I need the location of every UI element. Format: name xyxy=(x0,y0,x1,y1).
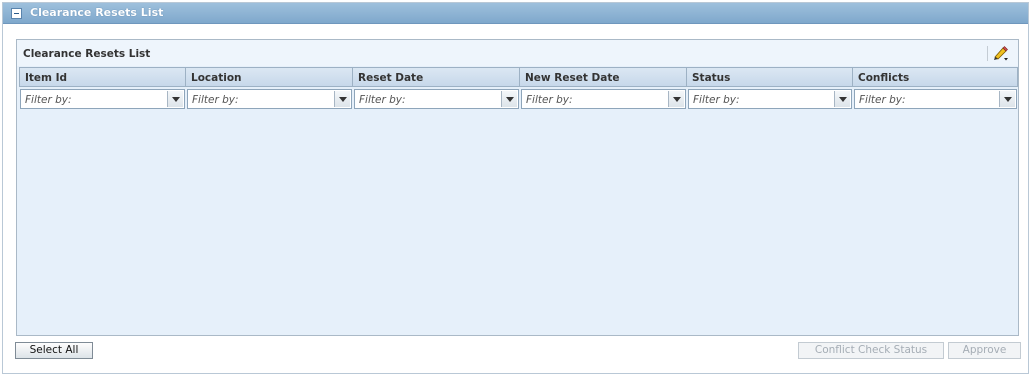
filter-dropdown[interactable]: Filter by: xyxy=(854,89,1017,109)
table-title: Clearance Resets List xyxy=(23,48,151,60)
column-header-row: Item Id Location Reset Date New Reset Da… xyxy=(19,67,1018,87)
data-grid: Item Id Location Reset Date New Reset Da… xyxy=(19,67,1018,109)
column-header-conflicts[interactable]: Conflicts xyxy=(853,67,1018,87)
column-header-item-id[interactable]: Item Id xyxy=(19,67,186,87)
panel-header: Clearance Resets List xyxy=(3,3,1028,24)
filter-placeholder: Filter by: xyxy=(25,94,72,106)
dropdown-arrow-icon[interactable] xyxy=(834,91,850,107)
select-all-button[interactable]: Select All xyxy=(15,342,93,359)
table-title-bar: Clearance Resets List xyxy=(17,40,1018,66)
filter-placeholder: Filter by: xyxy=(693,94,740,106)
results-table-container: Clearance Resets List Item Id Location R… xyxy=(16,39,1019,336)
column-header-reset-date[interactable]: Reset Date xyxy=(353,67,520,87)
column-label: Location xyxy=(191,72,242,84)
dropdown-arrow-icon[interactable] xyxy=(167,91,183,107)
filter-placeholder: Filter by: xyxy=(859,94,906,106)
filter-reset-date: Filter by: xyxy=(353,89,520,109)
column-label: Reset Date xyxy=(358,72,424,84)
column-label: Item Id xyxy=(25,72,68,84)
filter-placeholder: Filter by: xyxy=(359,94,406,106)
filter-item-id: Filter by: xyxy=(19,89,186,109)
filter-row: Filter by: Filter by: Filter by: Filter … xyxy=(19,89,1018,109)
collapse-icon[interactable] xyxy=(11,8,22,19)
dropdown-arrow-icon[interactable] xyxy=(668,91,684,107)
filter-dropdown[interactable]: Filter by: xyxy=(521,89,686,109)
filter-placeholder: Filter by: xyxy=(526,94,573,106)
dropdown-arrow-icon[interactable] xyxy=(501,91,517,107)
filter-status: Filter by: xyxy=(687,89,853,109)
column-header-new-reset-date[interactable]: New Reset Date xyxy=(520,67,687,87)
panel-title: Clearance Resets List xyxy=(30,6,164,19)
filter-conflicts: Filter by: xyxy=(853,89,1018,109)
column-label: Status xyxy=(692,72,731,84)
approve-button[interactable]: Approve xyxy=(948,342,1021,359)
column-header-status[interactable]: Status xyxy=(687,67,853,87)
filter-placeholder: Filter by: xyxy=(192,94,239,106)
toolbar-separator xyxy=(987,46,988,61)
filter-new-reset-date: Filter by: xyxy=(520,89,687,109)
clearance-resets-panel: Clearance Resets List Clearance Resets L… xyxy=(2,2,1029,374)
pencil-edit-icon[interactable] xyxy=(992,45,1010,61)
filter-location: Filter by: xyxy=(186,89,353,109)
column-label: New Reset Date xyxy=(525,72,620,84)
column-header-location[interactable]: Location xyxy=(186,67,353,87)
dropdown-arrow-icon[interactable] xyxy=(334,91,350,107)
filter-dropdown[interactable]: Filter by: xyxy=(187,89,352,109)
filter-dropdown[interactable]: Filter by: xyxy=(688,89,852,109)
filter-dropdown[interactable]: Filter by: xyxy=(354,89,519,109)
column-label: Conflicts xyxy=(858,72,910,84)
filter-dropdown[interactable]: Filter by: xyxy=(20,89,185,109)
dropdown-arrow-icon[interactable] xyxy=(999,91,1015,107)
conflict-check-status-button[interactable]: Conflict Check Status xyxy=(798,342,944,359)
